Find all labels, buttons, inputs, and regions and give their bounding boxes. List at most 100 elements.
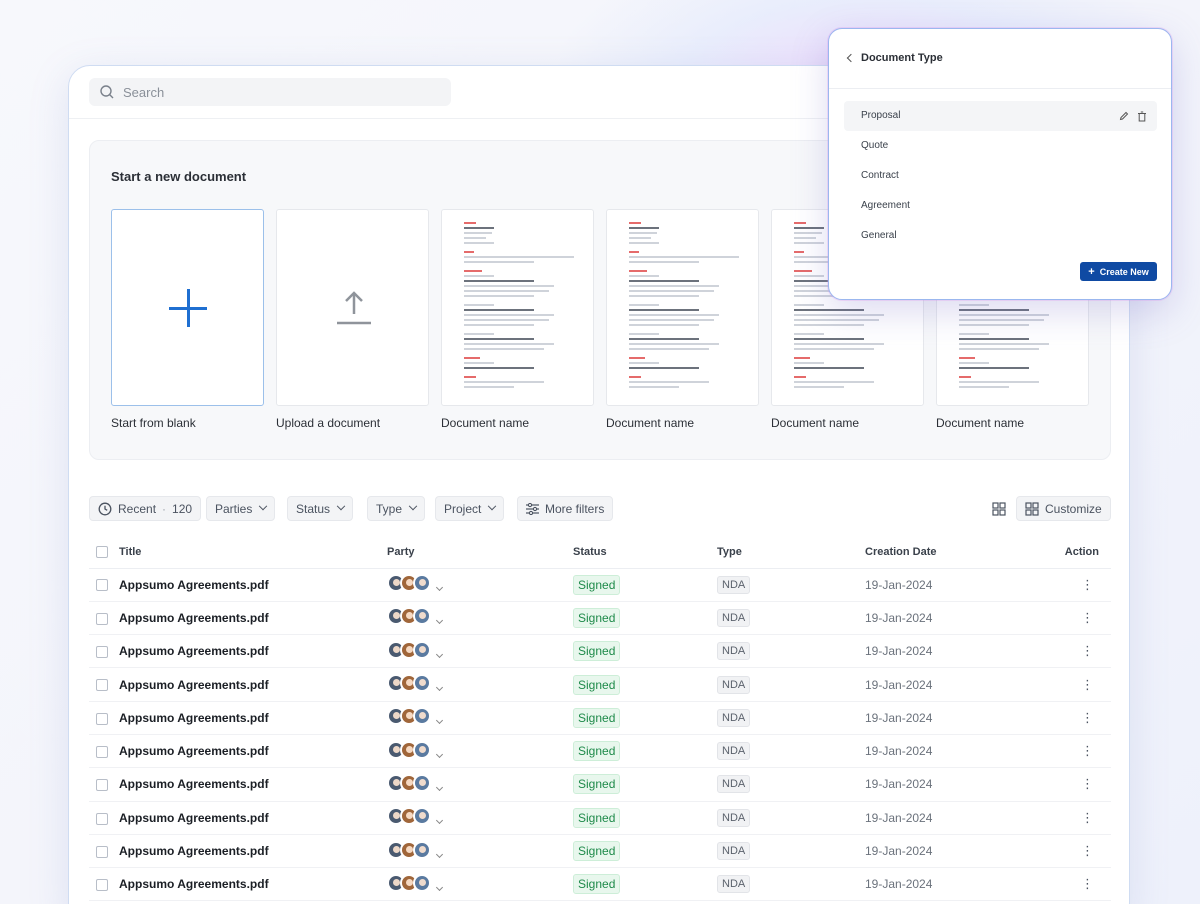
party-avatars[interactable]: [387, 840, 431, 859]
recent-filter[interactable]: Recent · 120: [89, 496, 202, 521]
row-checkbox[interactable]: [96, 879, 108, 892]
document-title[interactable]: Appsumo Agreements.pdf: [119, 767, 387, 802]
option-general[interactable]: General: [844, 221, 1157, 251]
type-cell: NDA: [717, 568, 865, 602]
table-row[interactable]: Appsumo Agreements.pdf Signed NDA 19-Jan-20…: [89, 834, 1111, 869]
document-title[interactable]: Appsumo Agreements.pdf: [119, 667, 387, 702]
grid-view-icon[interactable]: [992, 502, 1006, 516]
more-vertical-icon[interactable]: ⋮: [1081, 876, 1094, 891]
chevron-down-icon[interactable]: [435, 783, 444, 791]
template-thumbnail[interactable]: [606, 209, 759, 406]
party-avatars[interactable]: [387, 574, 431, 593]
chevron-down-icon[interactable]: [435, 750, 444, 758]
row-checkbox[interactable]: [96, 712, 108, 725]
customize-button[interactable]: Customize: [1016, 496, 1111, 521]
option-proposal[interactable]: Proposal: [844, 101, 1157, 131]
start-from-blank-card[interactable]: Start from blank: [111, 209, 264, 430]
trash-icon[interactable]: [1137, 111, 1147, 122]
search-input[interactable]: [123, 84, 423, 100]
more-vertical-icon[interactable]: ⋮: [1081, 677, 1094, 692]
row-checkbox[interactable]: [96, 612, 108, 625]
more-vertical-icon[interactable]: ⋮: [1081, 710, 1094, 725]
chevron-down-icon[interactable]: [435, 584, 444, 592]
table-row[interactable]: Appsumo Agreements.pdf Signed NDA 19-Jan-20…: [89, 634, 1111, 669]
party-avatars[interactable]: [387, 674, 431, 693]
chevron-down-icon[interactable]: [435, 683, 444, 692]
header-creation-date[interactable]: Creation Date: [865, 536, 1041, 569]
search-box[interactable]: [89, 78, 451, 106]
row-checkbox[interactable]: [96, 745, 108, 758]
edit-pencil-icon[interactable]: [1119, 111, 1129, 121]
document-title[interactable]: Appsumo Agreements.pdf: [119, 701, 387, 735]
header-party[interactable]: Party: [387, 536, 573, 569]
upload-document-card[interactable]: Upload a document: [276, 209, 429, 430]
party-avatars[interactable]: [387, 873, 431, 892]
header-status[interactable]: Status: [573, 536, 717, 569]
row-checkbox[interactable]: [96, 779, 108, 792]
document-title[interactable]: Appsumo Agreements.pdf: [119, 867, 387, 902]
table-row[interactable]: Appsumo Agreements.pdf Signed NDA 19-Jan-20…: [89, 568, 1111, 602]
row-checkbox[interactable]: [96, 812, 108, 825]
option-contract[interactable]: Contract: [844, 161, 1157, 191]
project-filter[interactable]: Project: [435, 496, 505, 521]
more-vertical-icon[interactable]: ⋮: [1081, 743, 1094, 758]
chevron-down-icon[interactable]: [435, 850, 444, 858]
chevron-down-icon[interactable]: [435, 717, 444, 725]
row-checkbox[interactable]: [96, 646, 108, 659]
more-vertical-icon[interactable]: ⋮: [1081, 577, 1094, 592]
more-vertical-icon[interactable]: ⋮: [1081, 843, 1094, 858]
party-avatars[interactable]: [387, 607, 431, 626]
document-title[interactable]: Appsumo Agreements.pdf: [119, 568, 387, 602]
header-type[interactable]: Type: [717, 536, 865, 569]
party-avatars[interactable]: [387, 807, 431, 826]
status-filter[interactable]: Status: [287, 496, 354, 521]
table-row[interactable]: Appsumo Agreements.pdf Signed NDA 19-Jan-20…: [89, 734, 1111, 769]
status-cell: Signed: [573, 701, 717, 735]
table-row[interactable]: Appsumo Agreements.pdf Signed NDA 19-Jan-20…: [89, 667, 1111, 702]
party-avatars[interactable]: [387, 640, 431, 659]
create-new-button[interactable]: + Create New: [1080, 262, 1157, 281]
more-vertical-icon[interactable]: ⋮: [1081, 610, 1094, 625]
status-cell: Signed: [573, 667, 717, 702]
clock-icon: [98, 502, 112, 515]
upload-thumbnail[interactable]: [276, 209, 429, 406]
chevron-down-icon[interactable]: [435, 817, 444, 825]
type-badge: NDA: [717, 875, 751, 894]
row-checkbox[interactable]: [96, 679, 108, 692]
document-title[interactable]: Appsumo Agreements.pdf: [119, 634, 387, 669]
party-cell: [387, 867, 573, 902]
party-avatars[interactable]: [387, 773, 431, 792]
document-title[interactable]: Appsumo Agreements.pdf: [119, 834, 387, 869]
party-avatars[interactable]: [387, 740, 431, 759]
template-card[interactable]: Document name: [441, 209, 594, 430]
chevron-down-icon[interactable]: [435, 650, 444, 658]
table-row[interactable]: Appsumo Agreements.pdf Signed NDA 19-Jan-20…: [89, 867, 1111, 902]
more-vertical-icon[interactable]: ⋮: [1081, 810, 1094, 825]
template-card[interactable]: Document name: [606, 209, 759, 430]
parties-filter[interactable]: Parties: [206, 496, 276, 521]
party-avatars[interactable]: [387, 707, 431, 726]
chevron-down-icon[interactable]: [435, 883, 444, 891]
table-row[interactable]: Appsumo Agreements.pdf Signed NDA 19-Jan-20…: [89, 801, 1111, 835]
template-thumbnail[interactable]: [441, 209, 594, 406]
table-row[interactable]: Appsumo Agreements.pdf Signed NDA 19-Jan-20…: [89, 767, 1111, 802]
row-checkbox[interactable]: [96, 579, 108, 592]
option-quote[interactable]: Quote: [844, 131, 1157, 161]
document-title[interactable]: Appsumo Agreements.pdf: [119, 734, 387, 769]
select-all-checkbox[interactable]: [96, 545, 108, 558]
back-chevron-icon[interactable]: [846, 53, 856, 63]
option-agreement[interactable]: Agreement: [844, 191, 1157, 221]
more-vertical-icon[interactable]: ⋮: [1081, 776, 1094, 791]
row-checkbox[interactable]: [96, 845, 108, 858]
document-title[interactable]: Appsumo Agreements.pdf: [119, 601, 387, 636]
table-row[interactable]: Appsumo Agreements.pdf Signed NDA 19-Jan-20…: [89, 701, 1111, 735]
more-filters-button[interactable]: More filters: [517, 496, 614, 521]
document-title[interactable]: Appsumo Agreements.pdf: [119, 801, 387, 835]
header-title[interactable]: Title: [119, 536, 387, 569]
table-row[interactable]: Appsumo Agreements.pdf Signed NDA 19-Jan-20…: [89, 601, 1111, 636]
row-checkbox-cell: [89, 767, 119, 802]
chevron-down-icon[interactable]: [435, 617, 444, 625]
blank-thumbnail[interactable]: [111, 209, 264, 406]
type-filter[interactable]: Type: [367, 496, 426, 521]
more-vertical-icon[interactable]: ⋮: [1081, 643, 1094, 658]
